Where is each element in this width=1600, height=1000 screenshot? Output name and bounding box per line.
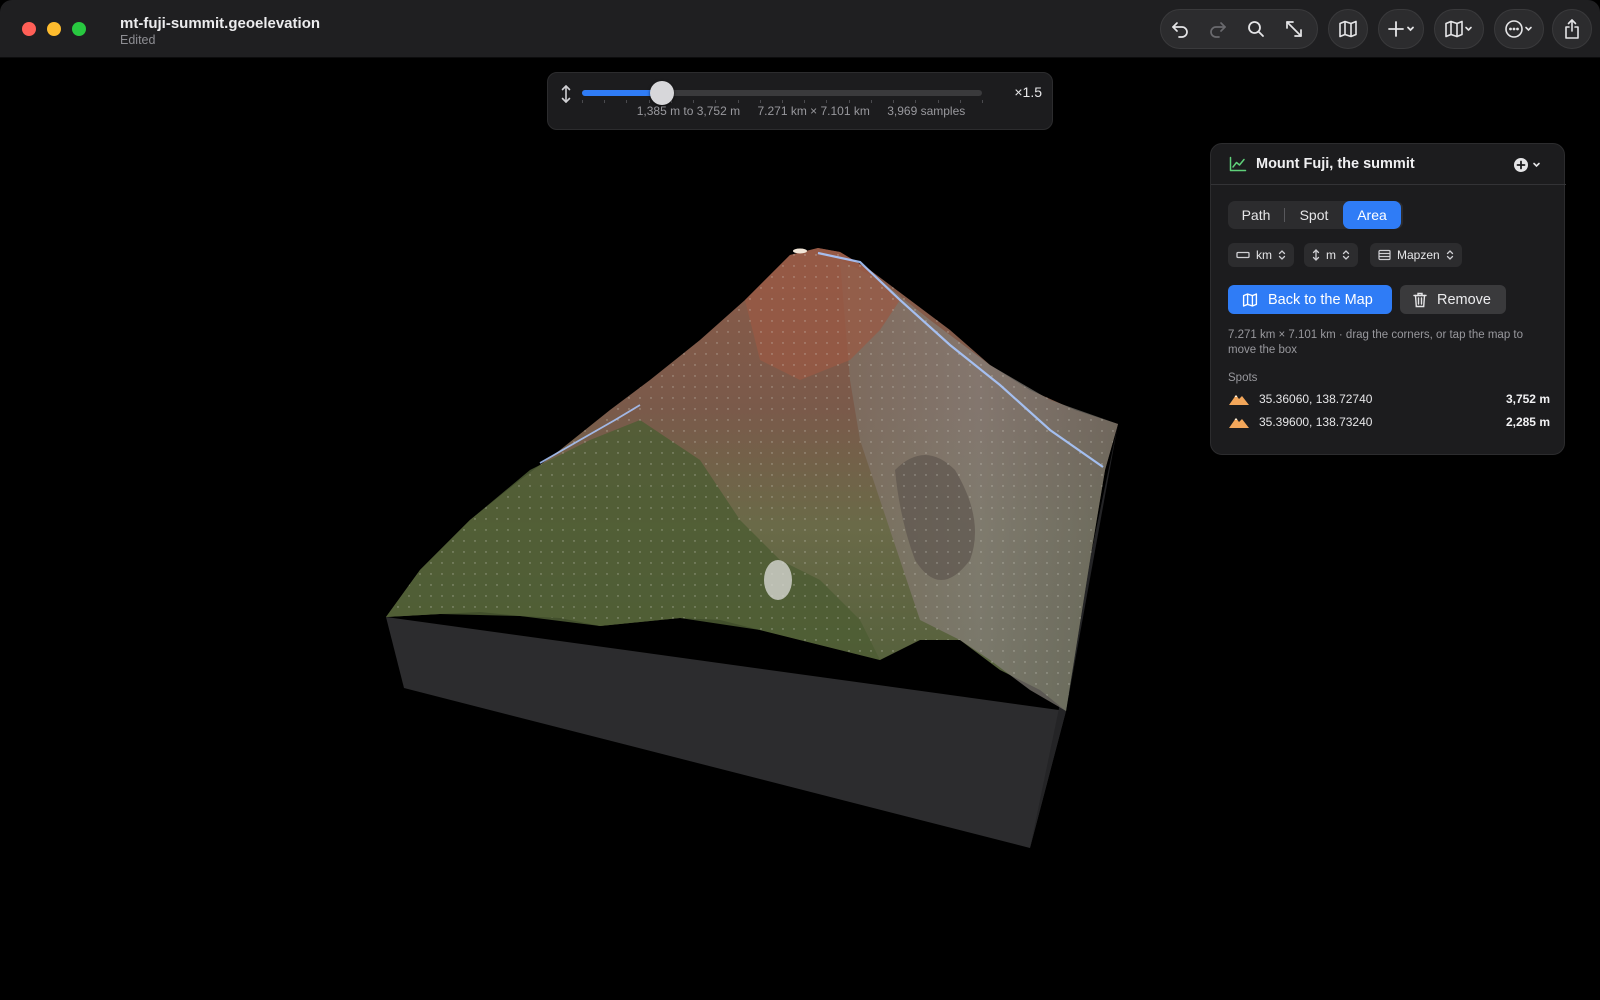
distance-unit-value: km bbox=[1256, 248, 1272, 262]
slider-tick bbox=[648, 100, 650, 103]
slider-tick bbox=[804, 100, 806, 103]
share-toolbar-group bbox=[1552, 9, 1592, 49]
slider-tick bbox=[893, 100, 895, 103]
map-style-menu-button[interactable] bbox=[1435, 10, 1483, 48]
map-toolbar-group bbox=[1328, 9, 1368, 49]
exaggeration-value: ×1.5 bbox=[1014, 84, 1042, 100]
plus-icon bbox=[1388, 21, 1414, 37]
zoom-window-button[interactable] bbox=[72, 22, 86, 36]
exaggeration-control: ×1.5 1,385 m to 3,752 m 7.271 km × 7.101… bbox=[547, 72, 1053, 130]
trash-icon bbox=[1413, 292, 1427, 307]
slider-tick bbox=[604, 100, 606, 103]
resize-button[interactable] bbox=[1275, 10, 1313, 48]
remove-label: Remove bbox=[1437, 291, 1491, 308]
tab-spot[interactable]: Spot bbox=[1285, 201, 1343, 229]
slider-tick bbox=[848, 100, 850, 103]
search-button[interactable] bbox=[1237, 10, 1275, 48]
sample-count: 3,969 samples bbox=[887, 104, 966, 118]
spot-row[interactable]: 35.36060, 138.72740 3,752 m bbox=[1228, 389, 1550, 409]
title-bar: mt-fuji-summit.geoelevation Edited bbox=[0, 0, 1600, 58]
chevron-updown-icon bbox=[1278, 250, 1286, 260]
area-hint-text: 7.271 km × 7.101 km · drag the corners, … bbox=[1228, 329, 1524, 356]
slider-tick bbox=[693, 100, 695, 103]
exaggeration-slider-thumb[interactable] bbox=[650, 81, 674, 105]
distance-unit-select[interactable]: km bbox=[1228, 243, 1294, 267]
document-status: Edited bbox=[120, 33, 156, 47]
slider-tick bbox=[715, 100, 717, 103]
spot-coordinates: 35.36060, 138.72740 bbox=[1259, 392, 1373, 406]
spot-elevation: 2,285 m bbox=[1505, 415, 1550, 429]
slider-tick bbox=[982, 100, 983, 103]
document-title[interactable]: mt-fuji-summit.geoelevation bbox=[120, 15, 320, 32]
elevation-range: 1,385 m to 3,752 m bbox=[636, 104, 741, 118]
redo-button[interactable] bbox=[1199, 10, 1237, 48]
slider-tick bbox=[826, 100, 828, 103]
resize-icon bbox=[1286, 21, 1302, 37]
slider-tick bbox=[782, 100, 783, 103]
slider-tick bbox=[937, 100, 939, 103]
summit-marker[interactable] bbox=[793, 248, 807, 254]
spots-section-label: Spots bbox=[1228, 372, 1258, 384]
more-menu-button[interactable] bbox=[1495, 10, 1543, 48]
add-circle-icon[interactable] bbox=[1512, 156, 1546, 174]
tab-area[interactable]: Area bbox=[1343, 201, 1401, 229]
minimize-window-button[interactable] bbox=[47, 22, 61, 36]
spot-elevation: 3,752 m bbox=[1505, 392, 1550, 406]
search-icon bbox=[1248, 21, 1264, 37]
chevron-updown-icon bbox=[1342, 250, 1350, 260]
exaggeration-slider-track[interactable] bbox=[582, 90, 982, 96]
map-button[interactable] bbox=[1329, 10, 1367, 48]
map-style-toolbar-group bbox=[1434, 9, 1484, 49]
elevation-unit-select[interactable]: m bbox=[1304, 243, 1358, 267]
remove-button[interactable]: Remove bbox=[1400, 285, 1506, 314]
area-extent: 7.271 km × 7.101 km bbox=[757, 104, 870, 118]
tab-path[interactable]: Path bbox=[1228, 201, 1284, 229]
slider-tick bbox=[915, 100, 917, 103]
undo-icon bbox=[1172, 22, 1188, 38]
chart-line-icon bbox=[1229, 156, 1247, 172]
add-toolbar-group bbox=[1378, 9, 1424, 49]
slider-tick bbox=[870, 100, 872, 103]
data-source-value: Mapzen bbox=[1397, 248, 1440, 262]
spot-coordinates: 35.39600, 138.73240 bbox=[1259, 415, 1373, 429]
share-icon bbox=[1565, 19, 1579, 39]
ruler-icon bbox=[1236, 251, 1250, 259]
database-icon bbox=[1378, 249, 1391, 261]
inspector-panel: Mount Fuji, the summit Path Spot Area km… bbox=[1210, 143, 1566, 455]
chevron-updown-icon bbox=[1446, 250, 1453, 260]
vertical-resize-icon bbox=[561, 85, 571, 103]
map-style-icon bbox=[1445, 20, 1472, 38]
slider-tick bbox=[759, 100, 761, 103]
slider-tick bbox=[959, 100, 961, 103]
close-window-button[interactable] bbox=[22, 22, 36, 36]
terrain-block-front bbox=[386, 617, 1066, 848]
panel-title: Mount Fuji, the summit bbox=[1256, 156, 1415, 172]
vertical-resize-icon bbox=[1312, 249, 1320, 261]
app-window: mt-fuji-summit.geoelevation Edited ×1.5 … bbox=[0, 0, 1600, 1000]
elevation-unit-value: m bbox=[1326, 248, 1336, 262]
more-toolbar-group bbox=[1494, 9, 1544, 49]
map-icon bbox=[1242, 292, 1258, 307]
map-icon bbox=[1339, 20, 1357, 38]
terrain-stats: 1,385 m to 3,752 m 7.271 km × 7.101 km 3… bbox=[548, 104, 1054, 118]
mountain-icon bbox=[1229, 395, 1249, 405]
panel-header: Mount Fuji, the summit bbox=[1211, 144, 1566, 185]
data-source-select[interactable]: Mapzen bbox=[1370, 243, 1462, 267]
redo-icon bbox=[1210, 22, 1226, 38]
slider-tick bbox=[737, 100, 739, 103]
back-to-map-label: Back to the Map bbox=[1268, 291, 1373, 308]
mode-segmented-control: Path Spot Area bbox=[1228, 201, 1403, 229]
back-to-map-button[interactable]: Back to the Map bbox=[1228, 285, 1392, 314]
more-icon bbox=[1505, 20, 1532, 38]
mountain-icon bbox=[1229, 418, 1249, 428]
spot-row[interactable]: 35.39600, 138.73240 2,285 m bbox=[1228, 412, 1550, 432]
slider-tick bbox=[582, 100, 583, 103]
edit-toolbar-group bbox=[1160, 9, 1318, 49]
slider-tick bbox=[626, 100, 628, 103]
undo-button[interactable] bbox=[1161, 10, 1199, 48]
share-button[interactable] bbox=[1553, 10, 1591, 48]
exaggeration-slider-ticks bbox=[582, 100, 983, 103]
add-menu-button[interactable] bbox=[1379, 10, 1423, 48]
